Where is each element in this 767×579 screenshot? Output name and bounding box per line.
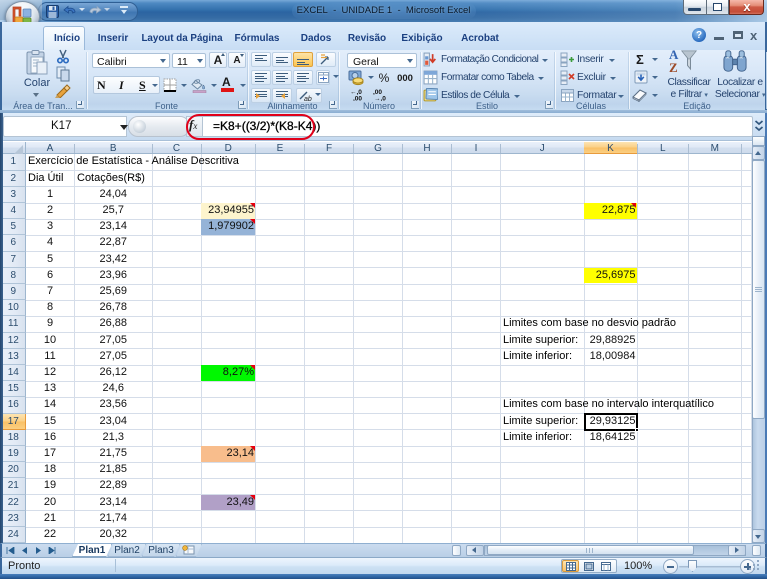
svg-text:Z: Z [669,60,678,74]
svg-text:ab: ab [304,96,312,102]
svg-text:→,0: →,0 [374,96,386,102]
svg-text:,00: ,00 [353,96,362,102]
